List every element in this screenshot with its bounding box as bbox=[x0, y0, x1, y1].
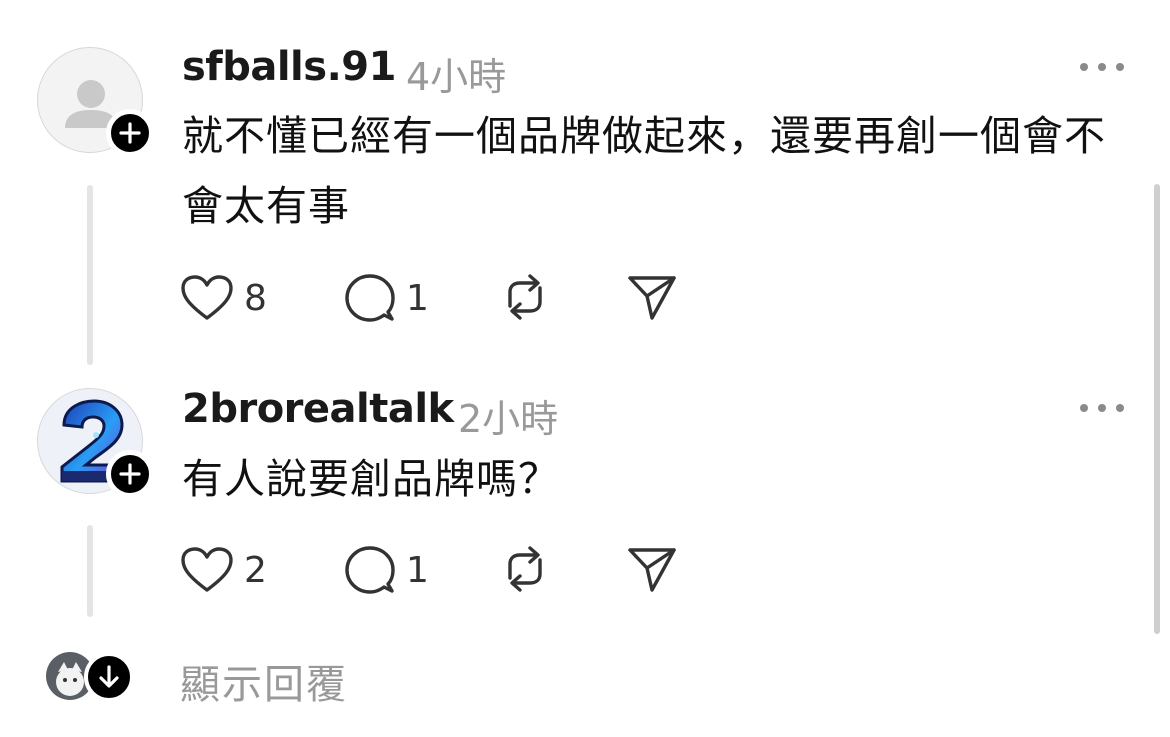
comment-bubble-icon bbox=[345, 274, 395, 322]
like-count: 8 bbox=[244, 277, 267, 319]
send-icon bbox=[628, 548, 676, 592]
thread-line bbox=[87, 525, 93, 617]
more-options-button[interactable] bbox=[1080, 398, 1124, 418]
like-button[interactable]: 2 bbox=[180, 546, 267, 594]
comment-text: 有人說要創品牌嗎？ bbox=[182, 455, 560, 503]
timestamp: 4小時 bbox=[406, 55, 507, 99]
more-dots-icon bbox=[1080, 404, 1088, 412]
follow-button[interactable] bbox=[106, 450, 154, 498]
send-icon bbox=[628, 276, 676, 320]
repost-button[interactable] bbox=[498, 544, 552, 594]
thread-line bbox=[87, 185, 93, 365]
like-count: 2 bbox=[244, 549, 267, 591]
heart-icon bbox=[181, 275, 233, 320]
arrow-down-icon bbox=[99, 665, 119, 688]
timestamp: 2小時 bbox=[458, 397, 559, 441]
username[interactable]: 2brorealtalk bbox=[182, 386, 454, 432]
reply-count: 1 bbox=[406, 277, 429, 319]
more-options-button[interactable] bbox=[1080, 57, 1124, 77]
more-dots-icon bbox=[1080, 63, 1088, 71]
show-replies-link[interactable]: 顯示回覆 bbox=[180, 652, 348, 710]
expand-replies-button[interactable] bbox=[84, 652, 134, 702]
repost-button[interactable] bbox=[498, 272, 552, 322]
reply-count: 1 bbox=[406, 549, 429, 591]
like-button[interactable]: 8 bbox=[180, 274, 267, 322]
share-button[interactable] bbox=[626, 544, 678, 594]
plus-icon bbox=[119, 122, 141, 144]
reply-button[interactable]: 1 bbox=[344, 544, 429, 596]
scrollbar[interactable] bbox=[1154, 184, 1160, 634]
username[interactable]: sfballs.91 bbox=[182, 44, 396, 90]
repost-icon bbox=[508, 274, 542, 320]
heart-icon bbox=[181, 547, 233, 592]
comment-text: 就不懂已經有一個品牌做起來，還要再創一個會不會太有事 bbox=[182, 112, 1106, 230]
follow-button[interactable] bbox=[106, 109, 154, 157]
comment-bubble-icon bbox=[345, 546, 395, 594]
share-button[interactable] bbox=[626, 272, 678, 322]
repost-icon bbox=[508, 546, 542, 592]
reply-button[interactable]: 1 bbox=[344, 272, 429, 324]
plus-icon bbox=[119, 463, 141, 485]
